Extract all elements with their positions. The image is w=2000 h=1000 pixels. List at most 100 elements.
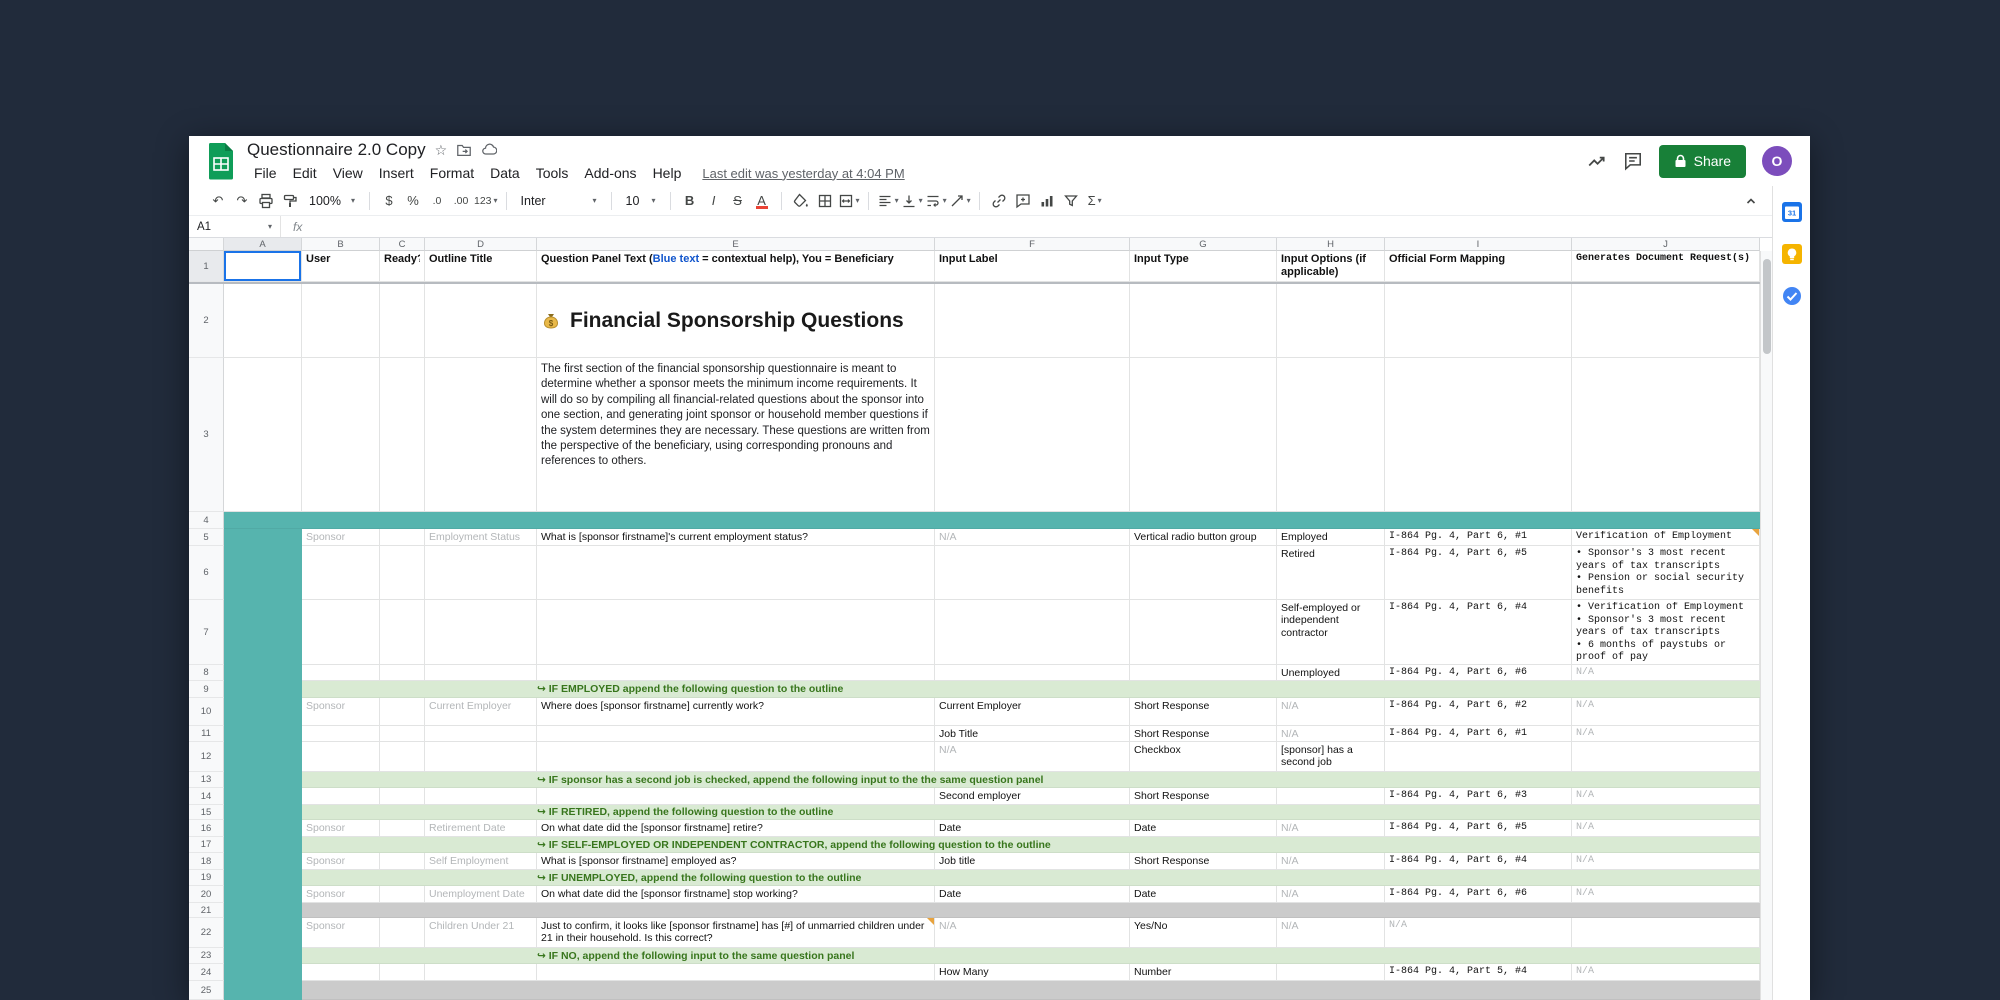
cell-A19[interactable] <box>224 870 302 886</box>
column-header-C[interactable]: C <box>380 238 425 251</box>
vertical-scrollbar[interactable] <box>1760 251 1772 1000</box>
cell-G12[interactable]: Checkbox <box>1130 742 1277 772</box>
format-percent-icon[interactable]: % <box>402 190 424 212</box>
cell-I22[interactable]: N/A <box>1385 918 1572 948</box>
cell-H7[interactable]: Self-employed or independent contractor <box>1277 600 1385 665</box>
row-header-2[interactable]: 2 <box>189 284 224 358</box>
cell-E3[interactable]: The first section of the financial spons… <box>537 358 935 512</box>
cell-F12[interactable]: N/A <box>935 742 1130 772</box>
cell-F16[interactable]: Date <box>935 820 1130 837</box>
cell-G16[interactable]: Date <box>1130 820 1277 837</box>
font-size-select[interactable]: 10 ▾ <box>620 192 662 210</box>
cell-J20[interactable]: N/A <box>1572 886 1760 903</box>
row-header-15[interactable]: 15 <box>189 805 224 820</box>
cell-C22[interactable] <box>380 918 425 948</box>
text-color-icon[interactable]: A <box>751 190 773 212</box>
cell-A18[interactable] <box>224 853 302 870</box>
cell-H8[interactable]: Unemployed <box>1277 665 1385 681</box>
cell-G6[interactable] <box>1130 546 1277 600</box>
cell-D3[interactable] <box>425 358 537 512</box>
cell-J12[interactable] <box>1572 742 1760 772</box>
cell-J1[interactable]: Generates Document Request(s) <box>1572 251 1760 282</box>
cell-J24[interactable]: N/A <box>1572 964 1760 981</box>
cell-D24[interactable] <box>425 964 537 981</box>
cell-E5[interactable]: What is [sponsor firstname]'s current em… <box>537 529 935 546</box>
cell-A1[interactable] <box>224 251 302 282</box>
cell-J6[interactable]: • Sponsor's 3 most recent years of tax t… <box>1572 546 1760 600</box>
conditional-rule-row[interactable]: ↪ IF sponsor has a second job is checked… <box>302 772 1760 788</box>
cell-B11[interactable] <box>302 726 380 742</box>
cell-G22[interactable]: Yes/No <box>1130 918 1277 948</box>
row-header-10[interactable]: 10 <box>189 698 224 726</box>
row-header-24[interactable]: 24 <box>189 964 224 981</box>
menu-help[interactable]: Help <box>646 164 689 182</box>
cell-I1[interactable]: Official Form Mapping <box>1385 251 1572 282</box>
section-divider-teal[interactable] <box>224 512 1760 529</box>
fill-color-icon[interactable] <box>790 190 812 212</box>
cell-I16[interactable]: I-864 Pg. 4, Part 6, #5 <box>1385 820 1572 837</box>
cell-D8[interactable] <box>425 665 537 681</box>
cell-J14[interactable]: N/A <box>1572 788 1760 805</box>
cell-A23[interactable] <box>224 948 302 964</box>
cell-E11[interactable] <box>537 726 935 742</box>
cell-H12[interactable]: [sponsor] has a second job <box>1277 742 1385 772</box>
cell-E22[interactable]: Just to confirm, it looks like [sponsor … <box>537 918 935 948</box>
cell-H5[interactable]: Employed <box>1277 529 1385 546</box>
document-title[interactable]: Questionnaire 2.0 Copy <box>247 140 426 160</box>
cell-C24[interactable] <box>380 964 425 981</box>
cell-C12[interactable] <box>380 742 425 772</box>
cell-B6[interactable] <box>302 546 380 600</box>
last-edit-link[interactable]: Last edit was yesterday at 4:04 PM <box>702 166 904 181</box>
cell-D7[interactable] <box>425 600 537 665</box>
star-icon[interactable]: ☆ <box>435 142 448 159</box>
cell-D14[interactable] <box>425 788 537 805</box>
cell-B22[interactable]: Sponsor <box>302 918 380 948</box>
cell-A11[interactable] <box>224 726 302 742</box>
cell-D22[interactable]: Children Under 21 <box>425 918 537 948</box>
cell-G7[interactable] <box>1130 600 1277 665</box>
insert-comment-icon[interactable] <box>1012 190 1034 212</box>
cell-D10[interactable]: Current Employer <box>425 698 537 726</box>
row-header-23[interactable]: 23 <box>189 948 224 964</box>
strikethrough-icon[interactable]: S <box>727 190 749 212</box>
cell-B16[interactable]: Sponsor <box>302 820 380 837</box>
cell-A25[interactable] <box>224 981 302 1000</box>
cell-G10[interactable]: Short Response <box>1130 698 1277 726</box>
cell-C10[interactable] <box>380 698 425 726</box>
cell-G8[interactable] <box>1130 665 1277 681</box>
column-header-F[interactable]: F <box>935 238 1130 251</box>
menu-add-ons[interactable]: Add-ons <box>577 164 643 182</box>
filter-icon[interactable] <box>1060 190 1082 212</box>
cell-G14[interactable]: Short Response <box>1130 788 1277 805</box>
avatar[interactable]: O <box>1762 146 1792 176</box>
cell-F7[interactable] <box>935 600 1130 665</box>
cell-E24[interactable] <box>537 964 935 981</box>
undo-icon[interactable]: ↶ <box>207 190 229 212</box>
cell-J10[interactable]: N/A <box>1572 698 1760 726</box>
cell-B8[interactable] <box>302 665 380 681</box>
column-header-B[interactable]: B <box>302 238 380 251</box>
cell-F14[interactable]: Second employer <box>935 788 1130 805</box>
cell-A21[interactable] <box>224 903 302 918</box>
redo-icon[interactable]: ↷ <box>231 190 253 212</box>
row-header-9[interactable]: 9 <box>189 681 224 698</box>
insert-chart-icon[interactable] <box>1036 190 1058 212</box>
cell-E20[interactable]: On what date did the [sponsor firstname]… <box>537 886 935 903</box>
conditional-rule-row[interactable]: ↪ IF SELF-EMPLOYED OR INDEPENDENT CONTRA… <box>302 837 1760 853</box>
cell-F10[interactable]: Current Employer <box>935 698 1130 726</box>
comment-history-icon[interactable] <box>1623 151 1643 171</box>
cell-D16[interactable]: Retirement Date <box>425 820 537 837</box>
cell-G1[interactable]: Input Type <box>1130 251 1277 282</box>
cell-I11[interactable]: I-864 Pg. 4, Part 6, #1 <box>1385 726 1572 742</box>
functions-icon[interactable]: Σ ▾ <box>1084 190 1106 212</box>
cell-C14[interactable] <box>380 788 425 805</box>
cell-G2[interactable] <box>1130 284 1277 358</box>
cell-C16[interactable] <box>380 820 425 837</box>
row-header-13[interactable]: 13 <box>189 772 224 788</box>
menu-file[interactable]: File <box>247 164 284 182</box>
cell-D20[interactable]: Unemployment Date <box>425 886 537 903</box>
cell-D11[interactable] <box>425 726 537 742</box>
cell-J22[interactable] <box>1572 918 1760 948</box>
cell-C20[interactable] <box>380 886 425 903</box>
activity-icon[interactable] <box>1587 151 1607 171</box>
